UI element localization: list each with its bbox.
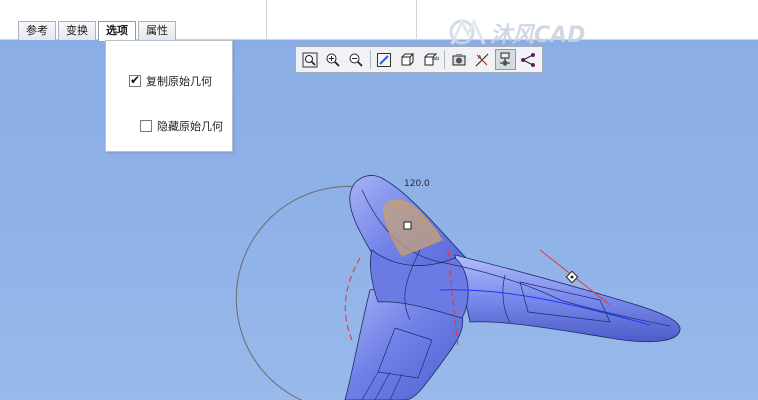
saved-views-icon[interactable]: ab <box>420 49 441 70</box>
panel-divider <box>416 0 417 40</box>
copy-original-label: 复制原始几何 <box>146 75 212 88</box>
annotation-display-icon[interactable] <box>518 49 539 70</box>
hide-original-label: 隐藏原始几何 <box>157 120 223 133</box>
tab-options[interactable]: 选项 <box>98 21 136 41</box>
tab-transform[interactable]: 变换 <box>58 21 96 40</box>
drag-handle-diamond <box>565 270 579 284</box>
datum-display-icon[interactable]: A <box>471 49 492 70</box>
watermark-logo-icon <box>449 18 486 45</box>
zoom-out-icon[interactable] <box>345 49 366 70</box>
spin-center-icon[interactable] <box>494 49 516 70</box>
hide-original-checkbox[interactable] <box>140 120 152 132</box>
hide-original-option[interactable]: 隐藏原始几何 <box>140 118 223 134</box>
dimension-label[interactable]: 120.0 <box>404 179 430 189</box>
rotation-axis-dashed <box>344 257 361 341</box>
toolbar-separator <box>444 50 446 69</box>
watermark: 沐风CAD <box>448 16 585 50</box>
tab-references[interactable]: 参考 <box>18 21 56 40</box>
options-panel: ✔ 复制原始几何 隐藏原始几何 <box>105 40 233 152</box>
copy-original-option[interactable]: ✔ 复制原始几何 <box>129 73 212 89</box>
toolbar-separator <box>369 50 371 69</box>
model-arm-right <box>454 254 681 343</box>
copy-original-checkbox[interactable]: ✔ <box>129 73 141 87</box>
display-style-icon[interactable] <box>448 49 469 70</box>
panel-divider <box>266 0 267 40</box>
repaint-icon[interactable] <box>374 49 395 70</box>
dashboard-tabs: 参考 变换 选项 属性 <box>18 21 178 41</box>
view-toolbar: ab A <box>295 46 543 73</box>
drag-handle-square <box>403 221 412 230</box>
svg-text:A: A <box>478 55 482 61</box>
watermark-text: 沐风CAD <box>490 23 586 48</box>
svg-text:ab: ab <box>433 56 439 62</box>
zoom-fit-icon[interactable] <box>299 49 320 70</box>
checkmark-icon: ✔ <box>130 73 141 87</box>
zoom-in-icon[interactable] <box>322 49 343 70</box>
tab-properties[interactable]: 属性 <box>138 21 176 40</box>
orientation-icon[interactable] <box>397 49 418 70</box>
